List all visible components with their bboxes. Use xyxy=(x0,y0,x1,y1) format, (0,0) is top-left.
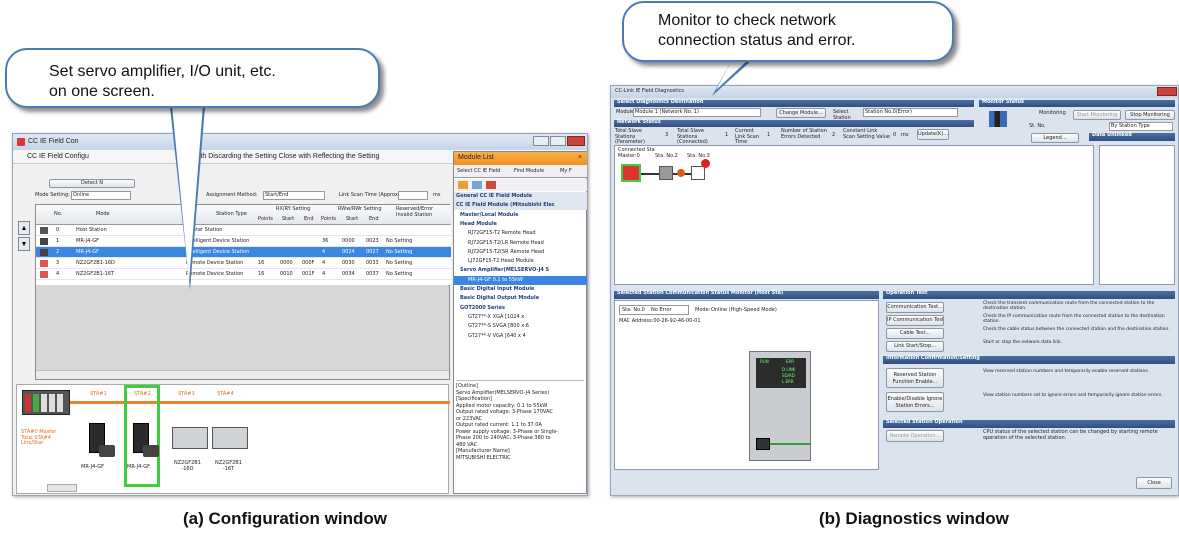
callout-right: Monitor to check network connection stat… xyxy=(622,1,954,62)
caption-b: (b) Diagnostics window xyxy=(819,509,1009,528)
caption-a: (a) Configuration window xyxy=(183,509,387,528)
callout-left: Set servo amplifier, I/O unit, etc. on o… xyxy=(5,48,380,108)
